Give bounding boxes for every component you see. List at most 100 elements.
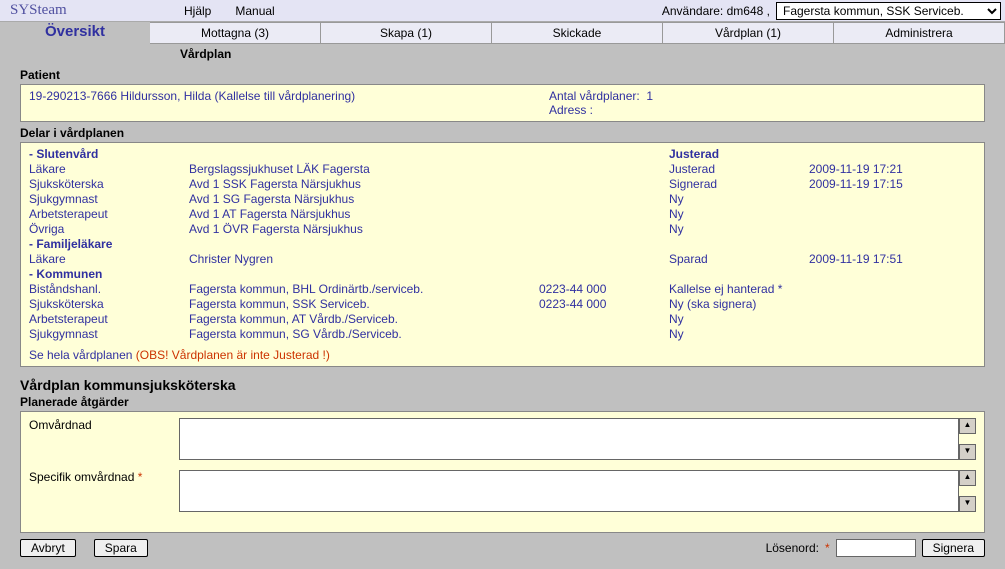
field-omvardnad-label: Omvårdnad <box>29 418 179 460</box>
time <box>809 192 976 207</box>
table-row: Sjukgymnast Fagersta kommun, SG Vårdb./S… <box>29 327 976 342</box>
plan-warning: (OBS! Vårdplanen är inte Justerad !) <box>136 348 330 362</box>
grp-familjelakare-title: - Familjeläkare <box>29 237 976 252</box>
manual-link[interactable]: Manual <box>235 4 274 18</box>
time <box>809 207 976 222</box>
tab-received[interactable]: Mottagna (3) <box>150 22 321 44</box>
grp-kommunen-title: - Kommunen <box>29 267 976 282</box>
status: Ny <box>669 192 809 207</box>
phone <box>539 177 669 192</box>
patient-line: 19-290213-7666 Hildursson, Hilda (Kallel… <box>29 89 549 117</box>
phone <box>539 222 669 237</box>
role: Arbetsterapeut <box>29 312 189 327</box>
brand-logo: SYSteam <box>4 2 184 19</box>
role: Sjuksköterska <box>29 297 189 312</box>
table-row: Sjuksköterska Fagersta kommun, SSK Servi… <box>29 297 976 312</box>
phone <box>539 327 669 342</box>
user-label: Användare: dm648 , <box>662 4 770 18</box>
unit: Fagersta kommun, BHL Ordinärtb./serviceb… <box>189 282 539 297</box>
role: Arbetsterapeut <box>29 207 189 222</box>
time <box>809 312 976 327</box>
phone: 0223-44 000 <box>539 282 669 297</box>
role: Biståndshanl. <box>29 282 189 297</box>
status: Ny (ska signera) <box>669 297 809 312</box>
table-row: Läkare Bergslagssjukhuset LÄK Fagersta J… <box>29 162 976 177</box>
table-row: Sjukgymnast Avd 1 SG Fagersta Närsjukhus… <box>29 192 976 207</box>
plan-count-label: Antal vårdplaner: <box>549 89 640 103</box>
tab-admin[interactable]: Administrera <box>834 22 1005 44</box>
sign-button[interactable]: Signera <box>922 539 985 557</box>
scroll-down-icon[interactable]: ▼ <box>959 444 976 460</box>
field-omvardnad-input[interactable] <box>179 418 959 460</box>
see-whole-plan-link[interactable]: Se hela vårdplanen <box>29 348 132 362</box>
unit: Bergslagssjukhuset LÄK Fagersta <box>189 162 539 177</box>
role: Övriga <box>29 222 189 237</box>
field-specifik-input[interactable] <box>179 470 959 512</box>
status: Justerad <box>669 162 809 177</box>
time: 2009-11-19 17:21 <box>809 162 976 177</box>
tab-create[interactable]: Skapa (1) <box>321 22 492 44</box>
org-select[interactable]: Fagersta kommun, SSK Serviceb. <box>776 2 1001 20</box>
phone <box>539 192 669 207</box>
submenu-careplan: Vårdplan <box>180 47 231 61</box>
user-name: dm648 <box>727 4 764 18</box>
time: 2009-11-19 17:51 <box>809 252 976 267</box>
patient-header: Patient <box>20 68 985 82</box>
status: Signerad <box>669 177 809 192</box>
status: Ny <box>669 207 809 222</box>
tab-overview[interactable]: Översikt <box>0 22 150 44</box>
time <box>809 327 976 342</box>
table-row: Arbetsterapeut Avd 1 AT Fagersta Närsjuk… <box>29 207 976 222</box>
form-title: Vårdplan kommunsjuksköterska <box>20 377 985 393</box>
unit: Avd 1 ÖVR Fagersta Närsjukhus <box>189 222 539 237</box>
scroll-up-icon[interactable]: ▲ <box>959 418 976 434</box>
table-row: Övriga Avd 1 ÖVR Fagersta Närsjukhus Ny <box>29 222 976 237</box>
justerad-head: Justerad <box>669 147 809 162</box>
phone <box>539 207 669 222</box>
time <box>809 222 976 237</box>
form-panel: Omvårdnad ▲ ▼ Specifik omvårdnad * ▲ ▼ <box>20 411 985 533</box>
status: Ny <box>669 327 809 342</box>
role: Sjukgymnast <box>29 192 189 207</box>
form-subtitle: Planerade åtgärder <box>20 395 985 409</box>
time <box>809 297 976 312</box>
status: Ny <box>669 222 809 237</box>
role: Sjukgymnast <box>29 327 189 342</box>
phone <box>539 312 669 327</box>
help-link[interactable]: Hjälp <box>184 4 211 18</box>
patient-address: Adress : <box>549 103 653 117</box>
save-button[interactable]: Spara <box>94 539 148 557</box>
user-label-text: Användare: <box>662 4 723 18</box>
unit: Fagersta kommun, SSK Serviceb. <box>189 297 539 312</box>
phone: 0223-44 000 <box>539 297 669 312</box>
user-sep: , <box>767 4 770 18</box>
unit: Fagersta kommun, SG Vårdb./Serviceb. <box>189 327 539 342</box>
tab-sent[interactable]: Skickade <box>492 22 663 44</box>
required-star: * <box>138 470 143 484</box>
status: Kallelse ej hanterad * <box>669 282 809 297</box>
parts-panel: - Slutenvård Justerad Läkare Bergslagssj… <box>20 142 985 367</box>
table-row: Biståndshanl. Fagersta kommun, BHL Ordin… <box>29 282 976 297</box>
parts-header: Delar i vårdplanen <box>20 126 985 140</box>
unit: Christer Nygren <box>189 252 539 267</box>
status: Sparad <box>669 252 809 267</box>
unit: Avd 1 SSK Fagersta Närsjukhus <box>189 177 539 192</box>
role: Sjuksköterska <box>29 177 189 192</box>
role: Läkare <box>29 252 189 267</box>
time: 2009-11-19 17:15 <box>809 177 976 192</box>
table-row: Sjuksköterska Avd 1 SSK Fagersta Närsjuk… <box>29 177 976 192</box>
unit: Avd 1 SG Fagersta Närsjukhus <box>189 192 539 207</box>
password-input[interactable] <box>836 539 916 557</box>
scroll-up-icon[interactable]: ▲ <box>959 470 976 486</box>
plan-count-value: 1 <box>646 89 653 103</box>
scroll-down-icon[interactable]: ▼ <box>959 496 976 512</box>
field-specifik-label: Specifik omvårdnad <box>29 470 134 484</box>
cancel-button[interactable]: Avbryt <box>20 539 76 557</box>
time <box>809 282 976 297</box>
unit: Avd 1 AT Fagersta Närsjukhus <box>189 207 539 222</box>
unit: Fagersta kommun, AT Vårdb./Serviceb. <box>189 312 539 327</box>
table-row: Läkare Christer Nygren Sparad 2009-11-19… <box>29 252 976 267</box>
role: Läkare <box>29 162 189 177</box>
phone <box>539 252 669 267</box>
tab-careplan[interactable]: Vårdplan (1) <box>663 22 834 44</box>
